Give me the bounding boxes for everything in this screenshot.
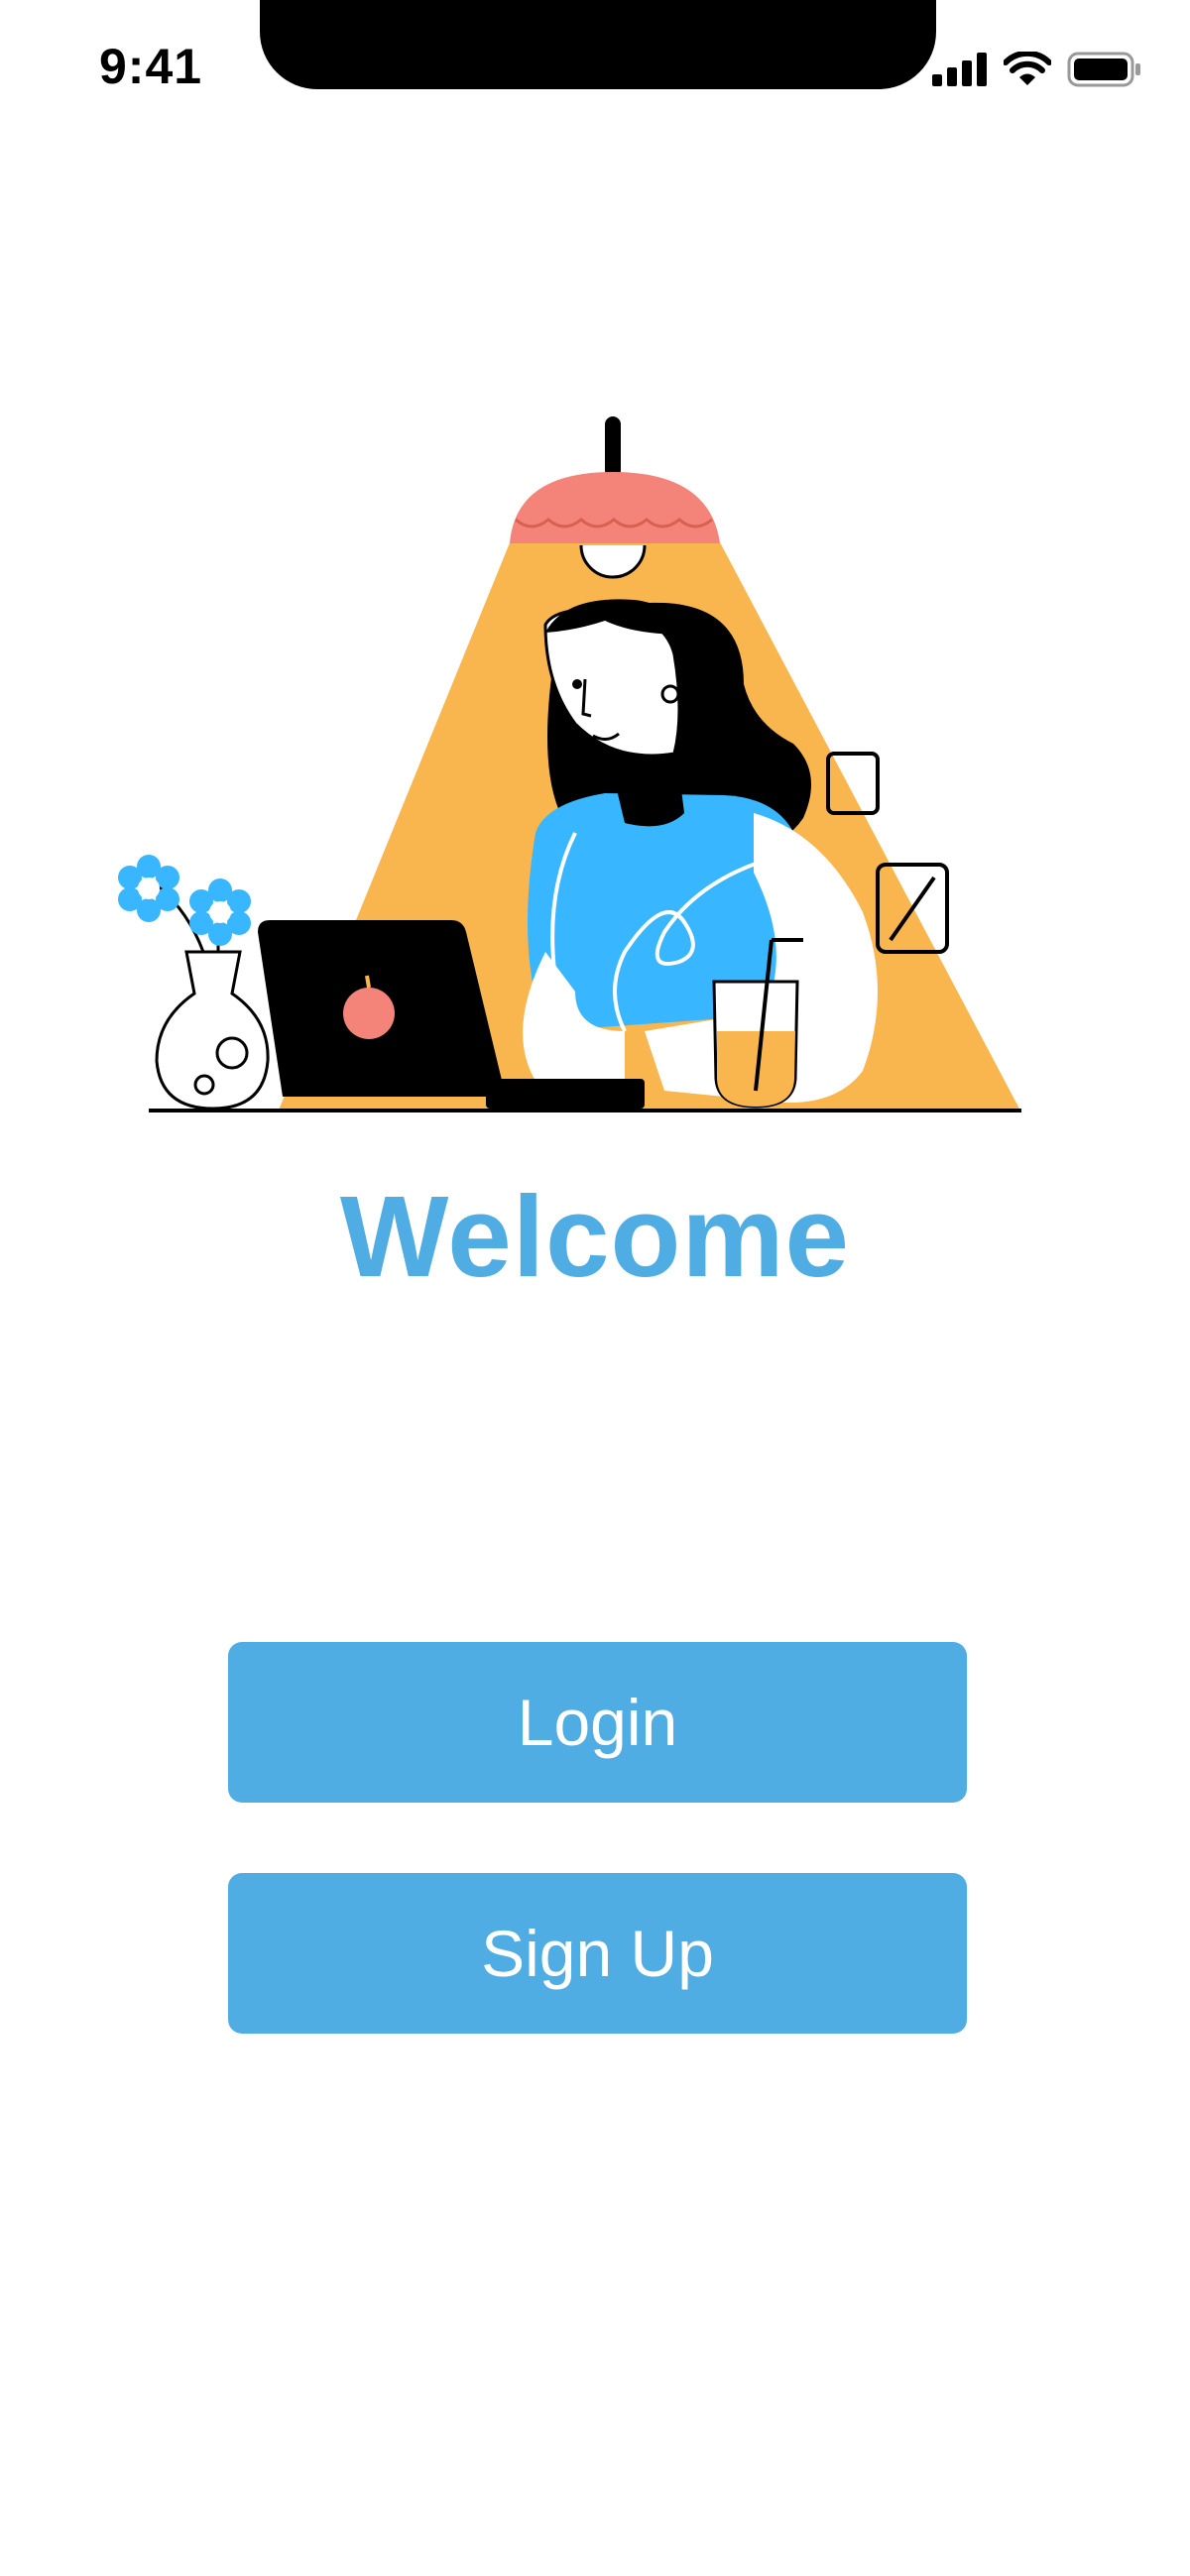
flower-icon	[118, 855, 179, 922]
flower-icon	[189, 878, 251, 946]
status-bar: 9:41	[0, 0, 1190, 139]
status-time: 9:41	[99, 39, 203, 94]
device-notch	[260, 0, 936, 89]
status-icons	[932, 52, 1142, 87]
signup-button[interactable]: Sign Up	[228, 1873, 967, 2034]
wifi-icon	[1004, 52, 1051, 85]
welcome-title: Welcome	[339, 1172, 851, 1301]
battery-icon	[1067, 52, 1140, 87]
login-button[interactable]: Login	[228, 1642, 967, 1803]
woman-working-at-laptop-illustration	[118, 416, 1021, 1112]
cellular-signal-icon	[932, 53, 987, 86]
apple-logo	[343, 988, 395, 1039]
lamp-cord	[605, 416, 621, 478]
lamp-shade	[510, 472, 720, 543]
